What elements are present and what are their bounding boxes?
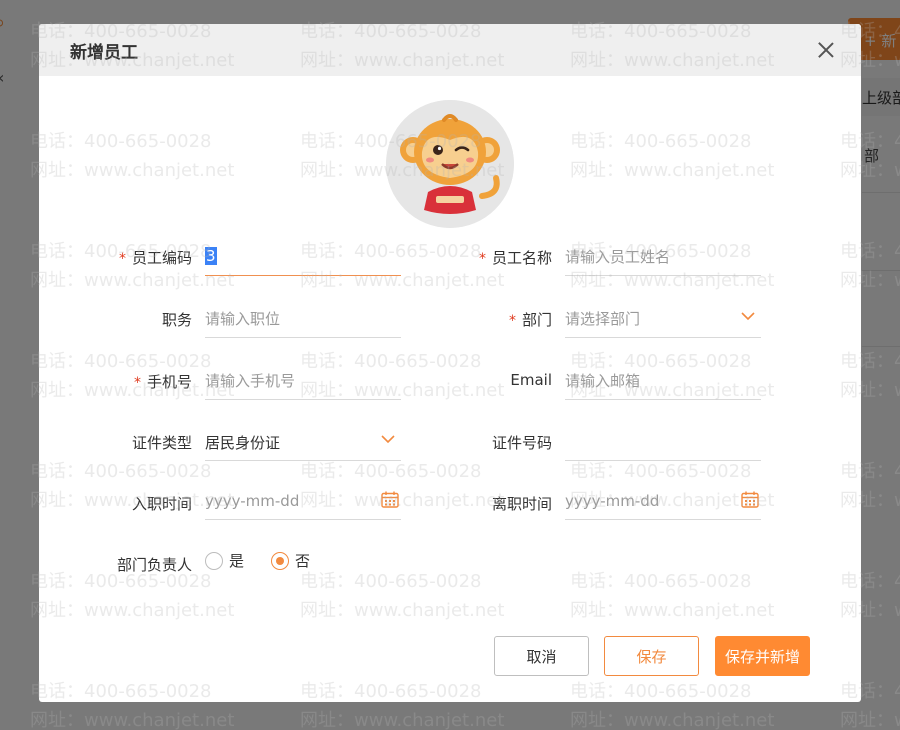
dialog-header: 新增员工 bbox=[39, 24, 861, 76]
dialog-title: 新增员工 bbox=[70, 43, 138, 63]
dept-head-option-no[interactable]: 否 bbox=[271, 550, 310, 571]
id-type-label: 证件类型 bbox=[131, 434, 192, 452]
required-mark: * bbox=[478, 251, 486, 267]
id-type-value: 居民身份证 bbox=[205, 434, 281, 452]
hire-date-field[interactable] bbox=[205, 482, 401, 520]
calendar-icon[interactable] bbox=[741, 491, 759, 508]
radio-label-yes: 是 bbox=[229, 552, 245, 570]
employee-name-label: * 员工名称 bbox=[457, 247, 552, 268]
department-label-text: 部门 bbox=[521, 311, 552, 329]
save-button[interactable]: 保存 bbox=[604, 636, 699, 676]
leave-date-field[interactable] bbox=[565, 482, 761, 520]
employee-name-label-text: 员工名称 bbox=[491, 249, 552, 267]
add-employee-dialog: 新增员工 * 员工编码 3 * 员工名称 请输入员工姓名 职务 请输入职位 * … bbox=[39, 24, 861, 702]
hire-date-input[interactable] bbox=[205, 482, 401, 519]
chevron-down-icon[interactable] bbox=[381, 432, 395, 446]
monkey-mascot-avatar bbox=[386, 100, 514, 228]
email-label: Email bbox=[510, 371, 552, 389]
employee-code-label: * 员工编码 bbox=[97, 247, 192, 268]
email-field[interactable] bbox=[565, 362, 761, 400]
close-icon[interactable] bbox=[817, 41, 835, 59]
radio-circle-checked[interactable] bbox=[271, 551, 289, 570]
position-label: 职务 bbox=[161, 311, 192, 329]
save-and-new-button[interactable]: 保存并新增 bbox=[715, 636, 810, 676]
calendar-icon[interactable] bbox=[381, 491, 399, 508]
required-mark: * bbox=[133, 375, 141, 391]
position-input[interactable] bbox=[205, 300, 401, 337]
department-input[interactable] bbox=[565, 300, 761, 337]
position-field[interactable] bbox=[205, 300, 401, 338]
required-mark: * bbox=[508, 313, 516, 329]
dept-head-label: 部门负责人 bbox=[116, 556, 192, 574]
department-label: * 部门 bbox=[457, 309, 552, 330]
dept-head-option-yes[interactable]: 是 bbox=[205, 550, 244, 571]
radio-circle[interactable] bbox=[205, 551, 223, 570]
department-select[interactable] bbox=[565, 300, 761, 338]
employee-name-field[interactable] bbox=[565, 238, 761, 276]
chevron-down-icon[interactable] bbox=[741, 309, 755, 323]
employee-code-label-text: 员工编码 bbox=[131, 249, 192, 267]
id-number-label: 证件号码 bbox=[491, 434, 552, 452]
id-number-field[interactable] bbox=[565, 423, 761, 461]
id-type-select[interactable]: 居民身份证 bbox=[205, 423, 401, 461]
hire-date-label: 入职时间 bbox=[131, 495, 192, 513]
leave-date-input[interactable] bbox=[565, 482, 761, 519]
email-input[interactable] bbox=[565, 362, 761, 399]
leave-date-label: 离职时间 bbox=[491, 495, 552, 513]
avatar[interactable] bbox=[386, 100, 514, 228]
employee-code-selected-text: 3 bbox=[205, 247, 217, 265]
phone-label: * 手机号 bbox=[97, 371, 192, 392]
employee-name-input[interactable] bbox=[565, 238, 761, 275]
phone-label-text: 手机号 bbox=[146, 373, 192, 391]
radio-label-no: 否 bbox=[295, 552, 311, 570]
cancel-button[interactable]: 取消 bbox=[494, 636, 589, 676]
phone-input[interactable] bbox=[205, 362, 401, 399]
id-number-input[interactable] bbox=[565, 423, 761, 460]
employee-code-value: 3 bbox=[205, 247, 217, 265]
required-mark: * bbox=[118, 251, 126, 267]
phone-field[interactable] bbox=[205, 362, 401, 400]
employee-code-field[interactable]: 3 bbox=[205, 238, 401, 276]
